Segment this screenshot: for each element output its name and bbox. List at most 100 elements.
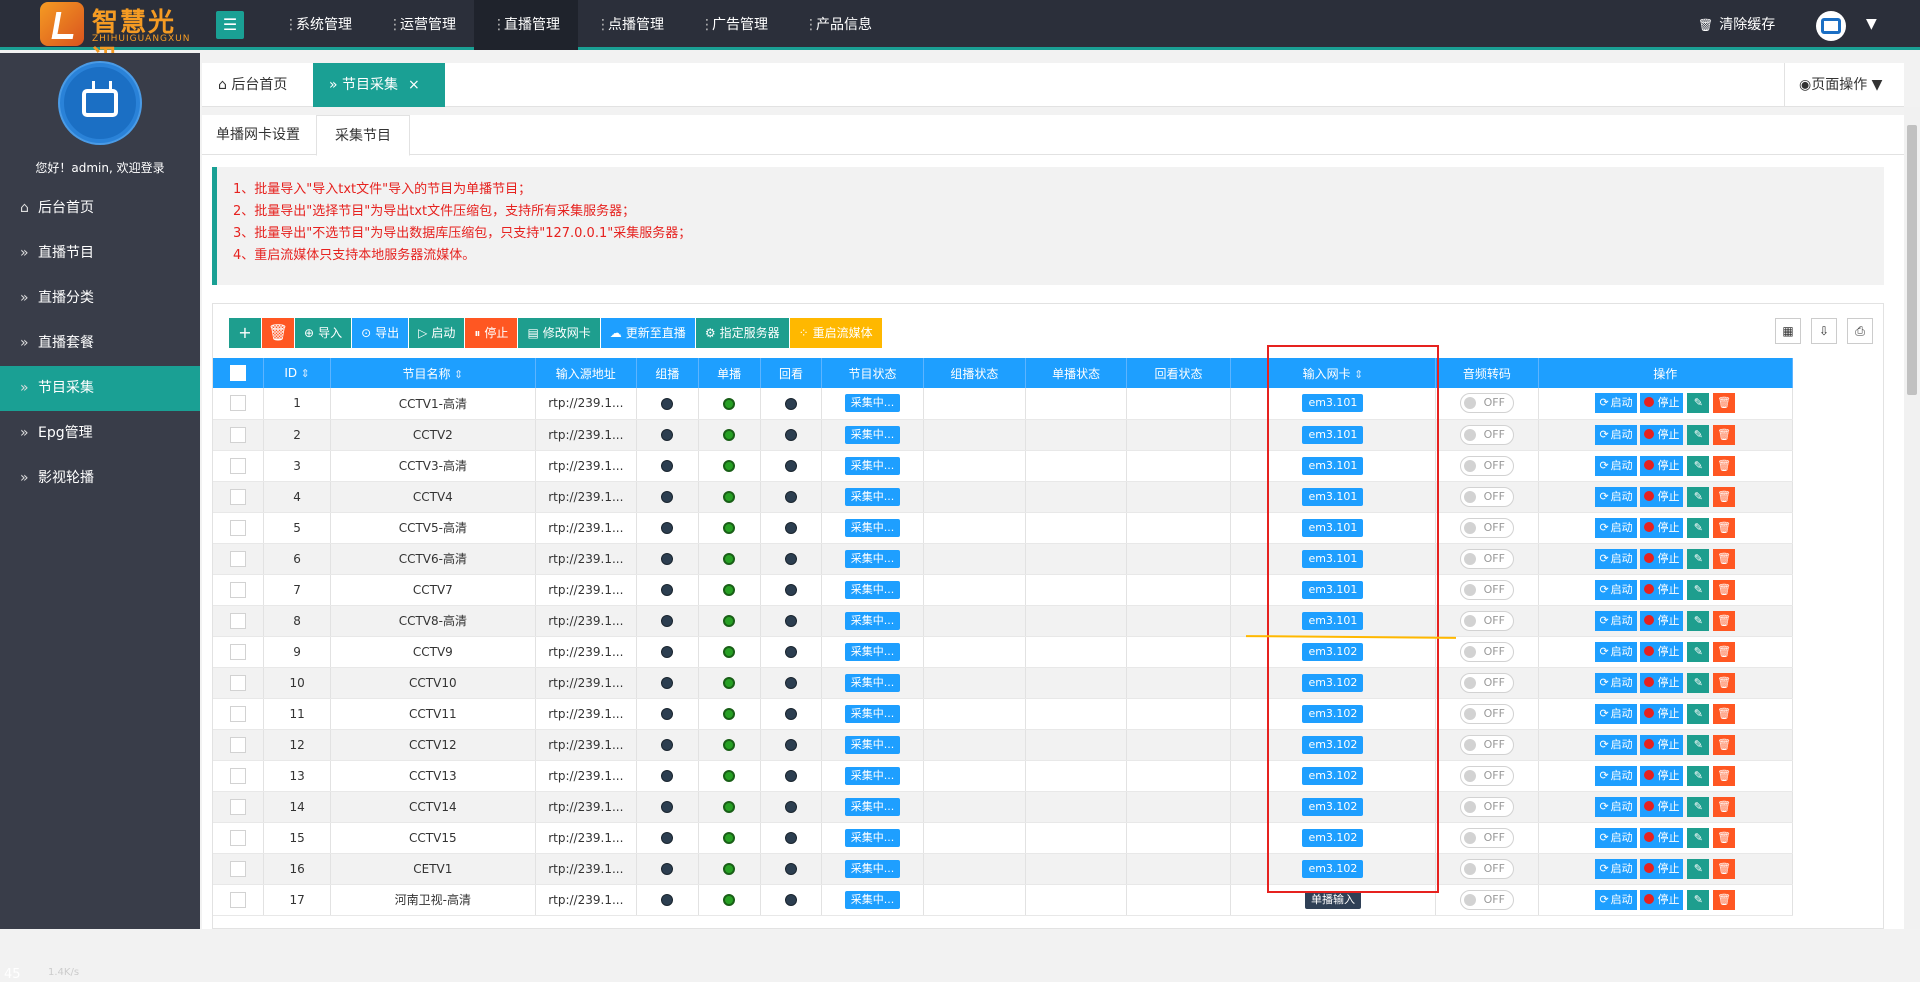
modify-nic-button[interactable]: ▤ 修改网卡 [518,318,600,348]
cell-checkbox[interactable] [213,698,265,730]
cell-checkbox[interactable] [213,574,265,606]
nav-item-0[interactable]: ⋮系统管理 [266,0,370,50]
row-stop-button[interactable]: 停止 [1640,703,1684,724]
row-delete-button[interactable]: 🗑 [1713,765,1736,786]
nav-item-2[interactable]: ⋮直播管理 [474,0,578,50]
row-start-button[interactable]: ⟳ 启动 [1595,393,1637,414]
row-edit-button[interactable]: ✎ [1687,672,1710,693]
sidebar-item-3[interactable]: » 直播套餐 [0,321,200,366]
sidebar-item-2[interactable]: » 直播分类 [0,276,200,321]
cell-checkbox[interactable] [213,760,265,792]
row-delete-button[interactable]: 🗑 [1713,486,1736,507]
sort-icon[interactable]: ⇕ [1351,368,1363,381]
audio-transcode-toggle[interactable]: OFF [1459,641,1514,662]
audio-transcode-toggle[interactable]: OFF [1459,703,1514,724]
row-edit-button[interactable]: ✎ [1687,827,1710,848]
row-checkbox[interactable] [230,426,247,443]
sidebar-item-0[interactable]: ⌂ 后台首页 [0,186,200,231]
row-start-button[interactable]: ⟳ 启动 [1595,734,1637,755]
row-stop-button[interactable]: 停止 [1640,889,1684,910]
th-2[interactable]: 节目名称 ⇕ [330,358,536,388]
cell-checkbox[interactable] [213,388,265,420]
delete-button[interactable]: 🗑 [262,318,294,348]
row-edit-button[interactable]: ✎ [1687,734,1710,755]
row-checkbox[interactable] [230,891,247,908]
nav-item-5[interactable]: ⋮产品信息 [786,0,890,50]
row-delete-button[interactable]: 🗑 [1713,734,1736,755]
assign-server-button[interactable]: ⚙ 指定服务器 [695,318,789,348]
audio-transcode-toggle[interactable]: OFF [1459,672,1514,693]
row-edit-button[interactable]: ✎ [1687,858,1710,879]
nav-item-1[interactable]: ⋮运营管理 [370,0,474,50]
row-stop-button[interactable]: 停止 [1640,424,1684,445]
sidebar-item-5[interactable]: » Epg管理 [0,411,200,456]
row-delete-button[interactable]: 🗑 [1713,672,1736,693]
row-stop-button[interactable]: 停止 [1640,393,1684,414]
cell-checkbox[interactable] [213,667,265,699]
row-delete-button[interactable]: 🗑 [1713,393,1736,414]
row-edit-button[interactable]: ✎ [1687,889,1710,910]
audio-transcode-toggle[interactable]: OFF [1459,734,1514,755]
row-edit-button[interactable]: ✎ [1687,796,1710,817]
cell-checkbox[interactable] [213,512,265,544]
row-stop-button[interactable]: 停止 [1640,579,1684,600]
row-checkbox[interactable] [230,643,247,660]
row-stop-button[interactable]: 停止 [1640,455,1684,476]
cell-checkbox[interactable] [213,605,265,637]
page-ops-dropdown[interactable]: ◉页面操作 ▼ [1784,63,1894,107]
th-0[interactable] [213,358,265,388]
row-start-button[interactable]: ⟳ 启动 [1595,796,1637,817]
sidebar-item-4[interactable]: » 节目采集 [0,366,200,411]
import-button[interactable]: ⊕ 导入 [295,318,352,348]
row-delete-button[interactable]: 🗑 [1713,579,1736,600]
audio-transcode-toggle[interactable]: OFF [1459,424,1514,445]
columns-icon[interactable]: ▦ [1775,318,1801,344]
cell-checkbox[interactable] [213,636,265,668]
row-delete-button[interactable]: 🗑 [1713,827,1736,848]
audio-transcode-toggle[interactable]: OFF [1459,858,1514,879]
sort-icon[interactable]: ⇕ [450,368,463,381]
row-delete-button[interactable]: 🗑 [1713,796,1736,817]
audio-transcode-toggle[interactable]: OFF [1459,796,1514,817]
audio-transcode-toggle[interactable]: OFF [1459,827,1514,848]
row-checkbox[interactable] [230,767,247,784]
row-edit-button[interactable]: ✎ [1687,517,1710,538]
row-checkbox[interactable] [230,798,247,815]
row-delete-button[interactable]: 🗑 [1713,548,1736,569]
row-delete-button[interactable]: 🗑 [1713,424,1736,445]
sidebar-item-6[interactable]: » 影视轮播 [0,456,200,501]
scroll-thumb[interactable] [1907,125,1917,395]
row-checkbox[interactable] [230,519,247,536]
row-stop-button[interactable]: 停止 [1640,734,1684,755]
row-checkbox[interactable] [230,705,247,722]
row-edit-button[interactable]: ✎ [1687,703,1710,724]
sort-icon[interactable]: ⇕ [297,367,310,380]
th-1[interactable]: ID ⇕ [263,358,332,388]
cell-checkbox[interactable] [213,884,265,916]
audio-transcode-toggle[interactable]: OFF [1459,610,1514,631]
audio-transcode-toggle[interactable]: OFF [1459,393,1514,414]
cell-checkbox[interactable] [213,822,265,854]
restart-media-button[interactable]: ⁘ 重启流媒体 [789,318,882,348]
row-checkbox[interactable] [230,860,247,877]
row-edit-button[interactable]: ✎ [1687,579,1710,600]
row-stop-button[interactable]: 停止 [1640,796,1684,817]
row-start-button[interactable]: ⟳ 启动 [1595,486,1637,507]
row-edit-button[interactable]: ✎ [1687,455,1710,476]
row-delete-button[interactable]: 🗑 [1713,858,1736,879]
row-stop-button[interactable]: 停止 [1640,672,1684,693]
row-start-button[interactable]: ⟳ 启动 [1595,827,1637,848]
tab-program-capture[interactable]: » 节目采集 × [313,63,445,107]
row-edit-button[interactable]: ✎ [1687,486,1710,507]
row-checkbox[interactable] [230,550,247,567]
nav-item-3[interactable]: ⋮点播管理 [578,0,682,50]
row-delete-button[interactable]: 🗑 [1713,610,1736,631]
page-scrollbar[interactable] [1904,107,1920,929]
cell-checkbox[interactable] [213,450,265,482]
update-live-button[interactable]: ☁ 更新至直播 [600,318,695,348]
clear-cache-button[interactable]: 🗑 清除缓存 [1698,0,1775,50]
cell-checkbox[interactable] [213,853,265,885]
row-stop-button[interactable]: 停止 [1640,858,1684,879]
export-button[interactable]: ⊙ 导出 [352,318,409,348]
subtab-unicast-nic[interactable]: 单播网卡设置 [202,115,314,155]
